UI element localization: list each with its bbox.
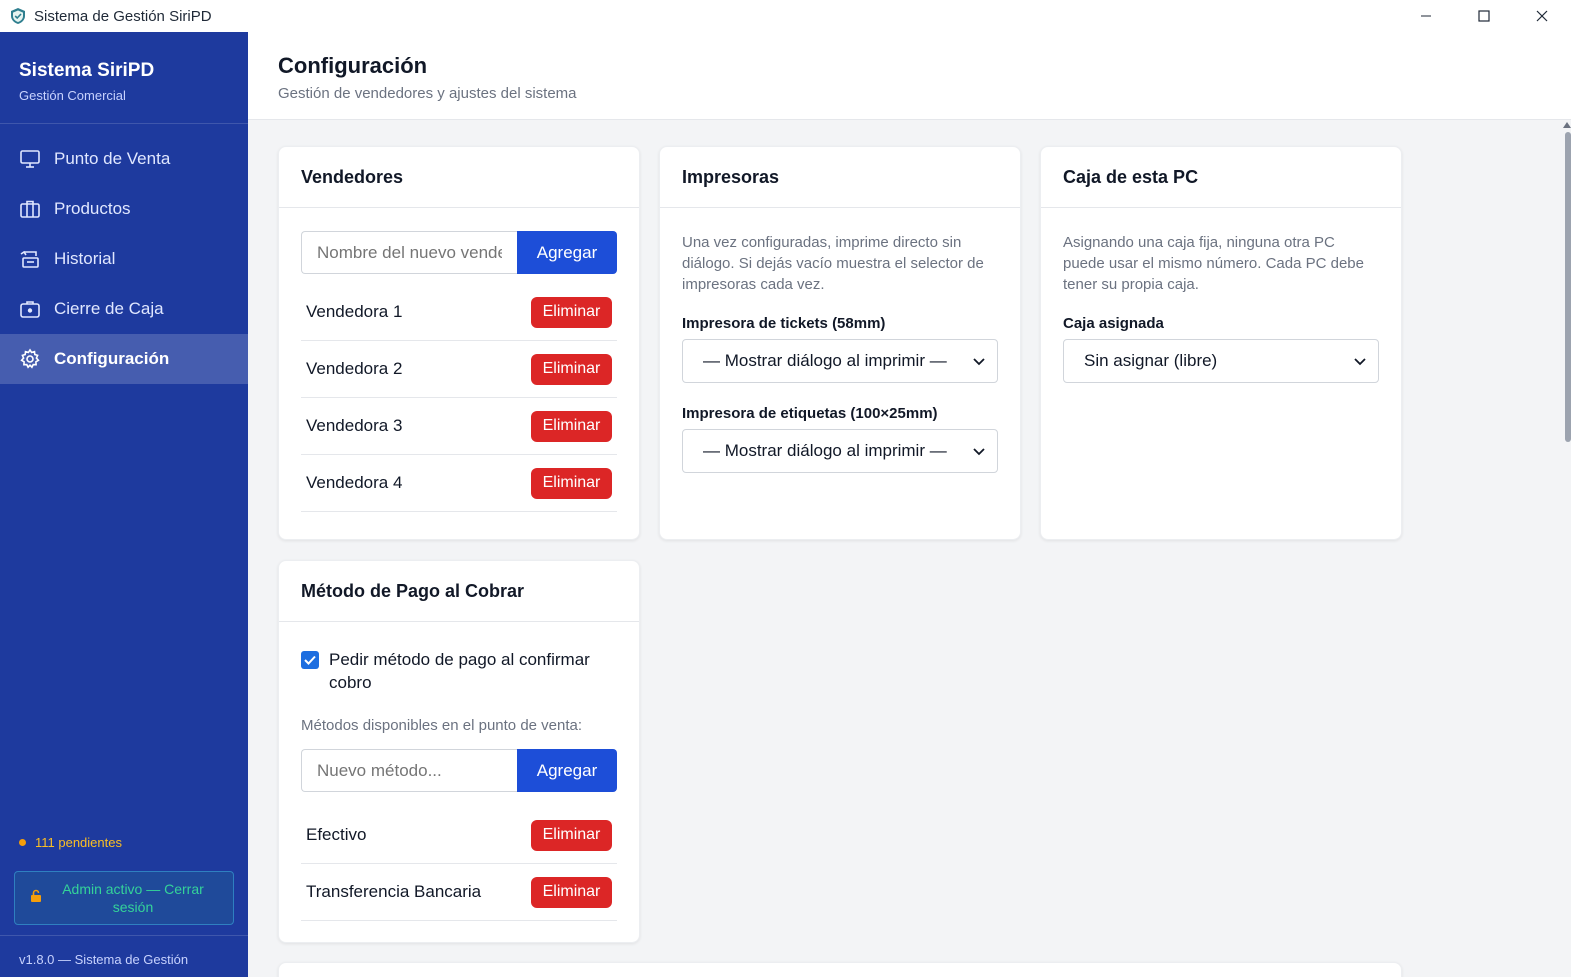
list-item: Vendedora 4 Eliminar — [301, 455, 617, 512]
impresoras-card: Impresoras Una vez configuradas, imprime… — [659, 146, 1021, 540]
add-method-button[interactable]: Agregar — [517, 749, 617, 792]
labels-printer-label: Impresora de etiquetas (100×25mm) — [682, 405, 938, 422]
window-title: Sistema de Gestión SiriPD — [34, 7, 212, 25]
next-card-partial — [278, 962, 1402, 977]
sidebar-item-configuracion[interactable]: Configuración — [0, 334, 248, 384]
vendedores-title: Vendedores — [279, 147, 639, 208]
impresoras-title: Impresoras — [660, 147, 1020, 208]
caja-asignada-label: Caja asignada — [1063, 315, 1164, 332]
caja-asignada-select[interactable]: Sin asignar (libre) — [1063, 339, 1379, 383]
main-content: Configuración Gestión de vendedores y aj… — [248, 32, 1571, 977]
method-name: Efectivo — [306, 825, 367, 844]
pending-dot-icon — [19, 839, 26, 846]
metodo-pago-card: Método de Pago al Cobrar Pedir método de… — [278, 560, 640, 943]
tickets-printer-label: Impresora de tickets (58mm) — [682, 315, 886, 332]
caja-card: Caja de esta PC Asignando una caja fija,… — [1040, 146, 1402, 540]
chevron-down-icon — [973, 441, 985, 461]
delete-vendedor-button[interactable]: Eliminar — [531, 467, 612, 499]
check-icon — [304, 655, 316, 665]
sidebar-item-productos[interactable]: Productos — [0, 184, 248, 234]
tickets-printer-select[interactable]: — Mostrar diálogo al imprimir — — [682, 339, 998, 383]
vendedores-card: Vendedores Agregar Vendedora 1 Eliminar … — [278, 146, 640, 540]
labels-printer-select[interactable]: — Mostrar diálogo al imprimir — — [682, 429, 998, 473]
sidebar-item-label: Cierre de Caja — [54, 299, 164, 318]
tickets-printer-value: — Mostrar diálogo al imprimir — — [703, 351, 947, 370]
window-titlebar: Sistema de Gestión SiriPD — [0, 0, 1571, 32]
window-controls — [1397, 0, 1571, 32]
ask-payment-method-row: Pedir método de pago al confirmar cobro — [301, 648, 617, 694]
ask-payment-method-label: Pedir método de pago al confirmar cobro — [329, 650, 590, 692]
unlock-icon — [29, 889, 43, 907]
sidebar-item-label: Punto de Venta — [54, 149, 171, 168]
pending-label: 111 pendientes — [35, 835, 122, 850]
chevron-down-icon — [973, 351, 985, 371]
sidebar-nav: Punto de Venta Productos Historial Cierr… — [0, 134, 248, 384]
delete-vendedor-button[interactable]: Eliminar — [531, 296, 612, 328]
sidebar-item-historial[interactable]: Historial — [0, 234, 248, 284]
add-method-row: Agregar — [301, 749, 617, 792]
new-method-input[interactable] — [301, 749, 517, 792]
caja-asignada-value: Sin asignar (libre) — [1084, 351, 1218, 370]
vendedor-name-input[interactable] — [301, 231, 517, 274]
page-header: Configuración Gestión de vendedores y aj… — [248, 32, 1571, 120]
metodo-pago-title: Método de Pago al Cobrar — [279, 561, 639, 622]
list-item: Transferencia Bancaria Eliminar — [301, 864, 617, 921]
caja-help: Asignando una caja fija, ninguna otra PC… — [1063, 234, 1364, 293]
sidebar-footer: v1.8.0 — Sistema de Gestión — [0, 935, 248, 967]
vendedor-name: Vendedora 2 — [306, 359, 403, 378]
admin-logout-button[interactable]: Admin activo — Cerrar sesión — [14, 871, 234, 925]
sidebar: Sistema SiriPD Gestión Comercial Punto d… — [0, 32, 248, 977]
history-icon — [19, 248, 41, 270]
brand-subtitle: Gestión Comercial — [19, 88, 126, 103]
delete-method-button[interactable]: Eliminar — [531, 876, 612, 908]
delete-method-button[interactable]: Eliminar — [531, 819, 612, 851]
vendedor-name: Vendedora 1 — [306, 302, 403, 321]
labels-printer-value: — Mostrar diálogo al imprimir — — [703, 441, 947, 460]
page-title: Configuración — [278, 53, 428, 78]
vendedor-name: Vendedora 3 — [306, 416, 403, 435]
pending-indicator: 111 pendientes — [19, 835, 122, 850]
minimize-icon — [1421, 15, 1431, 17]
impresoras-help: Una vez configuradas, imprime directo si… — [682, 234, 984, 293]
list-item: Efectivo Eliminar — [301, 807, 617, 864]
admin-logout-label: Admin activo — Cerrar sesión — [62, 881, 204, 915]
maximize-icon — [1478, 10, 1490, 22]
delete-vendedor-button[interactable]: Eliminar — [531, 353, 612, 385]
sidebar-item-cierre-de-caja[interactable]: Cierre de Caja — [0, 284, 248, 334]
scroll-up-icon — [1563, 122, 1571, 128]
shield-icon — [8, 6, 28, 26]
sidebar-item-label: Configuración — [54, 349, 170, 368]
box-icon — [19, 198, 41, 220]
chevron-down-icon — [1354, 351, 1366, 371]
list-item: Vendedora 2 Eliminar — [301, 341, 617, 398]
gear-icon — [19, 348, 41, 370]
cash-register-icon — [19, 298, 41, 320]
vendedor-name: Vendedora 4 — [306, 473, 403, 492]
scrollbar-thumb[interactable] — [1565, 132, 1571, 442]
add-vendedor-button[interactable]: Agregar — [517, 231, 617, 274]
available-methods-label: Métodos disponibles en el punto de venta… — [301, 717, 583, 734]
minimize-button[interactable] — [1397, 0, 1455, 32]
ask-payment-method-checkbox[interactable] — [301, 651, 319, 669]
main-scrollbar[interactable] — [1563, 120, 1571, 977]
method-name: Transferencia Bancaria — [306, 882, 482, 901]
close-button[interactable] — [1513, 0, 1571, 32]
vendedores-list: Vendedora 1 Eliminar Vendedora 2 Elimina… — [301, 284, 617, 512]
list-item: Vendedora 1 Eliminar — [301, 284, 617, 341]
close-icon — [1536, 10, 1548, 22]
delete-vendedor-button[interactable]: Eliminar — [531, 410, 612, 442]
sidebar-item-punto-de-venta[interactable]: Punto de Venta — [0, 134, 248, 184]
page-subtitle: Gestión de vendedores y ajustes del sist… — [278, 85, 577, 102]
sidebar-item-label: Productos — [54, 199, 131, 218]
caja-title: Caja de esta PC — [1041, 147, 1401, 208]
brand: Sistema SiriPD Gestión Comercial — [0, 32, 248, 124]
methods-list: Efectivo Eliminar Transferencia Bancaria… — [301, 807, 617, 921]
brand-title: Sistema SiriPD — [19, 60, 155, 81]
add-vendedor-row: Agregar — [301, 231, 617, 274]
list-item: Vendedora 3 Eliminar — [301, 398, 617, 455]
sidebar-item-label: Historial — [54, 249, 116, 268]
maximize-button[interactable] — [1455, 0, 1513, 32]
monitor-icon — [19, 148, 41, 170]
